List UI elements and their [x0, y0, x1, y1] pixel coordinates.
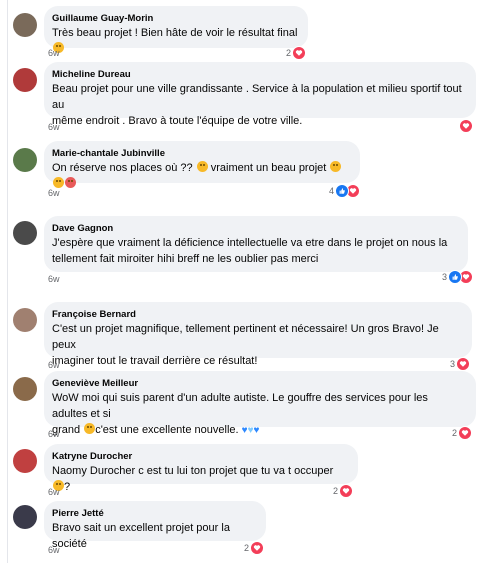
- like-reaction-icon: [448, 270, 463, 284]
- commenter-name[interactable]: Guillaume Guay-Morin: [52, 12, 298, 25]
- commenter-name[interactable]: Marie-chantale Jubinville: [52, 147, 350, 160]
- commenter-name[interactable]: Katryne Durocher: [52, 450, 348, 463]
- comment-time[interactable]: 6w: [48, 429, 60, 439]
- comment-text: Bravo sait un excellent projet pour la s…: [52, 522, 230, 550]
- commenter-name[interactable]: Françoise Bernard: [52, 308, 462, 321]
- avatar[interactable]: [13, 68, 37, 92]
- comment-bubble: Micheline Dureau Beau projet pour une vi…: [44, 62, 476, 127]
- comment-bubble: Marie-chantale Jubinville On réserve nos…: [44, 141, 360, 188]
- avatar[interactable]: [13, 221, 37, 245]
- commenter-name[interactable]: Geneviève Meilleur: [52, 377, 466, 390]
- comment-time[interactable]: 6w: [48, 274, 60, 284]
- avatar[interactable]: [13, 13, 37, 37]
- avatar[interactable]: [13, 377, 37, 401]
- reaction-count[interactable]: 2: [333, 484, 354, 498]
- comment-text-line: J'espère que vraiment la déficience inte…: [52, 237, 448, 249]
- comment-time[interactable]: 6w: [48, 122, 60, 132]
- comment-bubble: Guillaume Guay-Morin Très beau projet ! …: [44, 6, 308, 53]
- comment-text-line: C'est un projet magnifique, tellement pe…: [52, 323, 439, 351]
- love-reaction-icon: [458, 426, 473, 440]
- like-reaction-icon: [335, 184, 350, 198]
- avatar[interactable]: [13, 505, 37, 529]
- sweat-smile-emoji-icon: [84, 423, 96, 434]
- comment-text-line: tellement fait miroiter hihi breff ne le…: [52, 253, 319, 265]
- comment-text: Naomy Durocher c est tu lui ton projet q…: [52, 465, 334, 493]
- laugh-emoji-icon: [196, 161, 208, 172]
- love-reaction-icon: [459, 119, 473, 133]
- comment-bubble: Pierre Jetté Bravo sait un excellent pro…: [44, 501, 266, 550]
- comment-text: On réserve nos places où ?? vraiment un …: [52, 160, 350, 192]
- love-reaction-icon: [292, 46, 307, 60]
- comment-text-line: même endroit . Bravo à toute l'équipe de…: [52, 115, 303, 127]
- comment-bubble: Geneviève Meilleur WoW moi qui suis pare…: [44, 371, 476, 436]
- comment-time[interactable]: 6w: [48, 487, 60, 497]
- comment-time[interactable]: 6w: [48, 188, 60, 198]
- smile-emoji-icon: [53, 177, 64, 188]
- reaction-count[interactable]: 2: [244, 541, 265, 555]
- love-reaction-icon: [250, 541, 265, 555]
- comment-time[interactable]: 6w: [48, 545, 60, 555]
- love-reaction-icon: [339, 484, 354, 498]
- hearts-emoji-icon: [65, 177, 76, 188]
- commenter-name[interactable]: Pierre Jetté: [52, 507, 256, 520]
- avatar[interactable]: [13, 148, 37, 172]
- comment-text-line: WoW moi qui suis parent d'un adulte auti…: [52, 392, 428, 420]
- comment-bubble: Françoise Bernard C'est un projet magnif…: [44, 302, 472, 367]
- comment-time[interactable]: 6w: [48, 48, 60, 58]
- avatar[interactable]: [13, 308, 37, 332]
- commenter-name[interactable]: Dave Gagnon: [52, 222, 458, 235]
- love-reaction-icon: [456, 357, 471, 371]
- comment-text-line: Beau projet pour une ville grandissante …: [52, 83, 462, 111]
- reaction-count[interactable]: 3: [442, 270, 474, 284]
- blue-heart-icon: ♥: [253, 425, 260, 436]
- reaction-count[interactable]: 3: [450, 357, 471, 371]
- reaction-count[interactable]: 4: [329, 184, 361, 198]
- commenter-name[interactable]: Micheline Dureau: [52, 68, 466, 81]
- thread-line: [7, 0, 8, 563]
- reaction-count[interactable]: 2: [452, 426, 473, 440]
- comment-bubble: Dave Gagnon J'espère que vraiment la déf…: [44, 216, 468, 272]
- comment-text: Très beau projet ! Bien hâte de voir le …: [52, 25, 298, 57]
- avatar[interactable]: [13, 449, 37, 473]
- comment-text-line: grand c'est une excellente nouvelle. ♥♥♥: [52, 422, 466, 439]
- comment-time[interactable]: 6w: [48, 360, 60, 370]
- reaction-count[interactable]: [459, 119, 473, 133]
- comment-text-line: imaginer tout le travail derrière ce rés…: [52, 355, 258, 367]
- reaction-count[interactable]: 2: [286, 46, 307, 60]
- comment-bubble: Katryne Durocher Naomy Durocher c est tu…: [44, 444, 358, 493]
- grin-emoji-icon: [330, 161, 342, 172]
